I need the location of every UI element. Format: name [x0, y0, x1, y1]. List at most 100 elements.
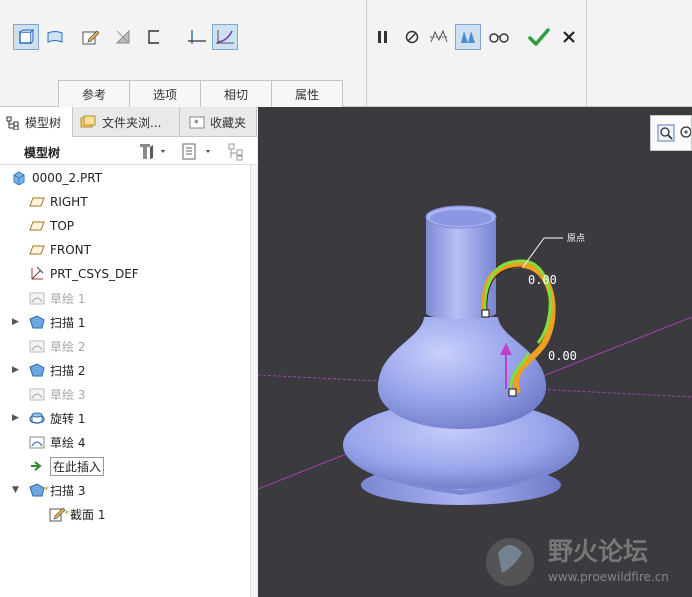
expand-arrow-icon[interactable]: ▶ [12, 413, 22, 423]
folder-browser-icon [79, 114, 97, 130]
part-icon [10, 170, 28, 186]
model-tree-title: 模型树 [24, 146, 61, 160]
tab-favorites-label: 收藏夹 [210, 115, 247, 130]
verify-mode-button[interactable] [455, 24, 481, 50]
tab-properties[interactable]: 属性 [271, 80, 343, 107]
tab-favorites[interactable]: * 收藏夹 [180, 107, 257, 137]
variable-section-button[interactable] [212, 24, 238, 50]
glasses-icon [489, 33, 509, 43]
sketch-icon [28, 434, 46, 450]
show-button[interactable] [180, 141, 214, 161]
dashboard-tabs: 参考 选项 相切 属性 [58, 80, 343, 107]
tab-model-tree-label: 模型树 [25, 116, 62, 130]
origin-label: 原点 [567, 233, 585, 244]
watermark-name: 野火论坛 [548, 537, 648, 566]
tree-item-label: 草绘 4 [50, 435, 86, 450]
navigator-panel: 模型树 文件夹浏... * 收藏夹 模型树 0000_2.PRT RIGHT T… [0, 107, 257, 597]
sketch-button[interactable] [77, 24, 103, 50]
tree-item-label: 草绘 2 [50, 339, 86, 354]
trajectory-start-marker[interactable] [481, 309, 490, 318]
tree-item-label: 在此插入 [50, 456, 105, 476]
tree-item-right[interactable]: RIGHT [28, 191, 88, 213]
solid-icon [19, 29, 34, 44]
datum-plane-icon [28, 242, 46, 258]
sketch-icon [28, 290, 46, 306]
surface-toggle-button[interactable] [42, 24, 68, 50]
tree-item-csys[interactable]: PRT_CSYS_DEF [28, 263, 139, 285]
tree-item-part[interactable]: 0000_2.PRT [10, 167, 102, 189]
expand-arrow-icon[interactable]: ▶ [12, 365, 22, 375]
normal-section-icon [188, 30, 206, 44]
thicken-icon [148, 30, 159, 44]
collapse-arrow-icon[interactable]: ▼ [12, 485, 22, 495]
zoom-in-icon[interactable] [680, 126, 691, 138]
revolve-icon [28, 410, 46, 426]
expand-arrow-icon[interactable]: ▶ [12, 317, 22, 327]
tree-item-label: 0000_2.PRT [32, 171, 103, 185]
tree-item-label: 草绘 1 [50, 291, 86, 306]
tree-filter-button[interactable] [226, 141, 248, 161]
trajectory-end-marker[interactable] [508, 388, 517, 397]
sweep-icon [28, 314, 46, 330]
ribbon-divider [366, 0, 367, 106]
tab-folder-browser-label: 文件夹浏... [102, 115, 162, 130]
tab-tangency[interactable]: 相切 [200, 80, 272, 107]
pause-button[interactable] [370, 24, 396, 50]
svg-text:*: * [194, 119, 199, 129]
tree-item-label: 扫描 2 [50, 363, 86, 378]
checkmark-icon [528, 28, 550, 46]
no-preview-icon [405, 30, 419, 44]
preview-icon [430, 29, 448, 43]
dimension-value[interactable]: 0.00 [528, 273, 557, 287]
tab-references[interactable]: 参考 [58, 80, 130, 107]
solid-toggle-button[interactable] [13, 24, 39, 50]
model-tree-icon [6, 116, 20, 130]
sweep-icon [28, 362, 46, 378]
thicken-button[interactable] [141, 24, 167, 50]
tree-scrollbar[interactable] [250, 165, 257, 597]
tree-item-section-1[interactable]: * 截面 1 [48, 503, 105, 525]
tools-icon [140, 144, 165, 159]
tree-item-insert-here[interactable]: 在此插入 [28, 455, 105, 477]
view-toolbar [650, 115, 692, 151]
tab-folder-browser[interactable]: 文件夹浏... [73, 107, 180, 137]
vase-mouth-inner [430, 210, 492, 226]
tree-item-sketch-4[interactable]: 草绘 4 [28, 431, 85, 453]
watermark: 野火论坛 www.proewildfire.cn [486, 537, 669, 586]
tree-item-revolve-1[interactable]: ▶ 旋转 1 [12, 407, 85, 429]
new-feature-marker-icon: * [44, 484, 49, 496]
tree-item-top[interactable]: TOP [28, 215, 74, 237]
zoom-to-fit-icon[interactable] [657, 124, 675, 142]
remove-material-icon [115, 29, 130, 44]
cancel-button[interactable] [556, 24, 582, 50]
favorites-icon: * [189, 115, 205, 129]
keep-normal-section-button[interactable] [184, 24, 210, 50]
glasses-preview-button[interactable] [486, 24, 512, 50]
confirm-button[interactable] [526, 24, 552, 50]
ribbon-divider [586, 0, 587, 106]
sketch-icon [28, 338, 46, 354]
tab-model-tree[interactable]: 模型树 [0, 107, 73, 138]
model-canvas[interactable]: 原点 0.00 0.00 野火论坛 www.proewildfire.cn [258, 107, 692, 597]
tree-item-sketch-1[interactable]: 草绘 1 [28, 287, 85, 309]
tree-item-label: PRT_CSYS_DEF [50, 267, 139, 281]
no-preview-button[interactable] [399, 24, 425, 50]
tree-item-front[interactable]: FRONT [28, 239, 91, 261]
tree-item-sweep-1[interactable]: ▶ 扫描 1 [12, 311, 85, 333]
ribbon: 参考 选项 相切 属性 [0, 0, 692, 107]
sketch-pencil-icon [82, 30, 99, 45]
tree-item-sweep-3[interactable]: ▼ * 扫描 3 [12, 479, 85, 501]
tree-item-label: FRONT [50, 243, 91, 257]
creo-window: 参考 选项 相切 属性 模型树 文件夹浏... * 收藏夹 模型树 0000_2… [0, 0, 692, 597]
tree-item-sweep-2[interactable]: ▶ 扫描 2 [12, 359, 86, 381]
remove-material-button[interactable] [110, 24, 136, 50]
tree-item-sketch-2[interactable]: 草绘 2 [28, 335, 85, 357]
tab-options[interactable]: 选项 [129, 80, 201, 107]
graphics-viewport[interactable]: 原点 0.00 0.00 野火论坛 www.proewildfire.cn [258, 107, 692, 597]
dimension-value[interactable]: 0.00 [548, 349, 577, 363]
preview-button[interactable] [426, 24, 452, 50]
tree-item-sketch-3[interactable]: 草绘 3 [28, 383, 85, 405]
tree-toolbar: 模型树 [0, 137, 257, 165]
insert-here-icon [28, 458, 46, 474]
tree-settings-button[interactable] [137, 141, 169, 161]
